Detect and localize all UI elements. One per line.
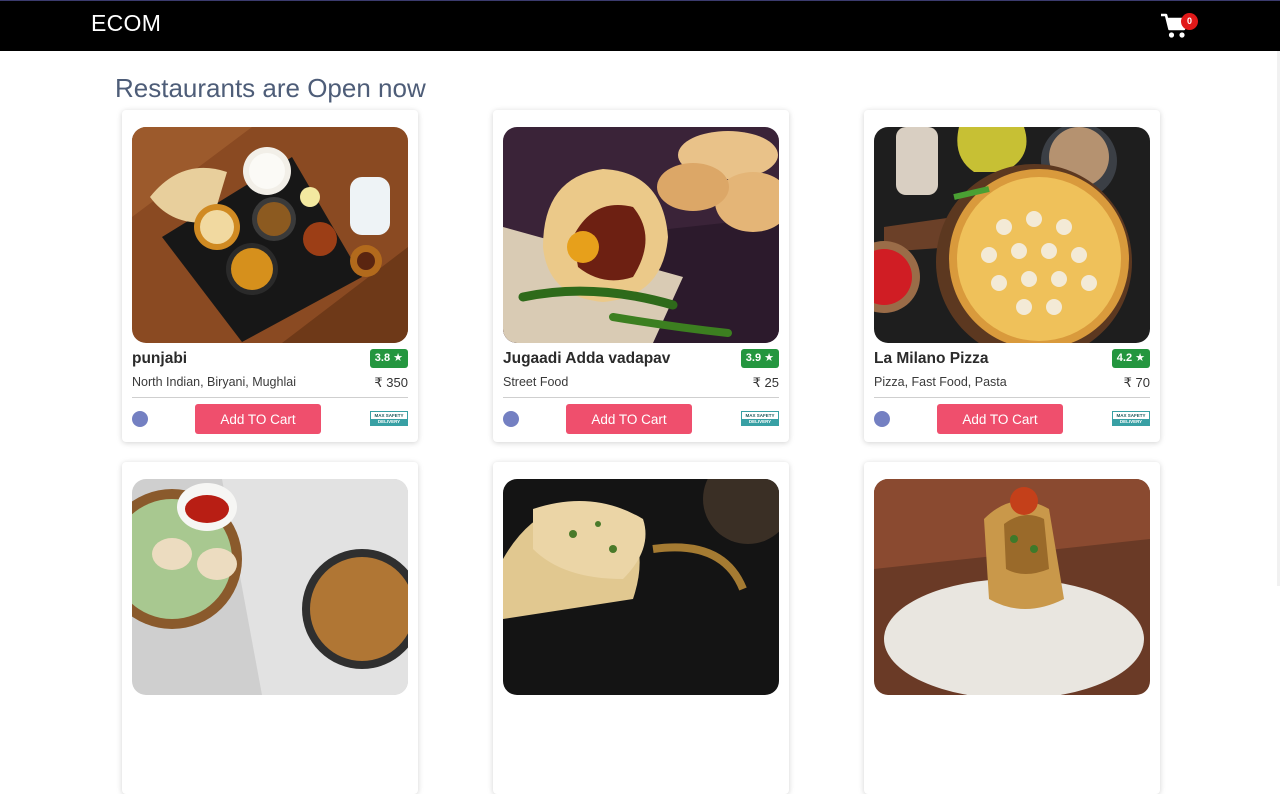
trending-icon bbox=[503, 411, 519, 427]
restaurant-card[interactable]: La Milano Pizza 4.2 ★ Pizza, Fast Food, … bbox=[864, 110, 1160, 442]
food-image[interactable] bbox=[503, 479, 779, 695]
max-safety-delivery-badge: MAX SAFETY DELIVERY bbox=[370, 411, 408, 426]
cuisine-text: Street Food bbox=[503, 375, 569, 389]
divider bbox=[132, 397, 408, 398]
food-image[interactable] bbox=[874, 479, 1150, 695]
food-image[interactable] bbox=[132, 127, 408, 343]
top-navbar: ECOM 0 bbox=[0, 0, 1280, 51]
max-safety-delivery-badge: MAX SAFETY DELIVERY bbox=[1112, 411, 1150, 426]
cart-button[interactable]: 0 bbox=[1160, 11, 1200, 41]
food-image[interactable] bbox=[132, 479, 408, 695]
food-image[interactable] bbox=[874, 127, 1150, 343]
rating-badge: 4.2 ★ bbox=[1111, 349, 1150, 368]
cuisine-text: Pizza, Fast Food, Pasta bbox=[874, 375, 1007, 389]
rating-badge: 3.8 ★ bbox=[369, 349, 408, 368]
safety-badge-line2: DELIVERY bbox=[1113, 419, 1149, 425]
restaurant-card[interactable] bbox=[864, 462, 1160, 794]
brand-logo[interactable]: ECOM bbox=[91, 10, 161, 37]
cart-count-badge: 0 bbox=[1181, 13, 1198, 30]
rating-badge: 3.9 ★ bbox=[740, 349, 779, 368]
restaurant-card[interactable]: punjabi 3.8 ★ North Indian, Biryani, Mug… bbox=[122, 110, 418, 442]
safety-badge-line2: DELIVERY bbox=[371, 419, 407, 425]
food-image[interactable] bbox=[503, 127, 779, 343]
restaurant-card[interactable]: Jugaadi Adda vadapav 3.9 ★ Street Food ₹… bbox=[493, 110, 789, 442]
add-to-cart-button[interactable]: Add TO Cart bbox=[566, 404, 692, 434]
add-to-cart-button[interactable]: Add TO Cart bbox=[937, 404, 1063, 434]
price-text: ₹ 70 bbox=[1123, 375, 1150, 390]
add-to-cart-button[interactable]: Add TO Cart bbox=[195, 404, 321, 434]
max-safety-delivery-badge: MAX SAFETY DELIVERY bbox=[741, 411, 779, 426]
safety-badge-line2: DELIVERY bbox=[742, 419, 778, 425]
restaurant-name[interactable]: Jugaadi Adda vadapav bbox=[503, 350, 670, 368]
divider bbox=[874, 397, 1150, 398]
restaurant-card[interactable] bbox=[493, 462, 789, 794]
restaurant-name[interactable]: La Milano Pizza bbox=[874, 350, 989, 368]
price-text: ₹ 350 bbox=[374, 375, 408, 390]
page-title: Restaurants are Open now bbox=[115, 73, 426, 103]
price-text: ₹ 25 bbox=[752, 375, 779, 390]
divider bbox=[503, 397, 779, 398]
cuisine-text: North Indian, Biryani, Mughlai bbox=[132, 375, 296, 389]
restaurant-name[interactable]: punjabi bbox=[132, 350, 187, 368]
restaurant-card[interactable] bbox=[122, 462, 418, 794]
trending-icon bbox=[874, 411, 890, 427]
trending-icon bbox=[132, 411, 148, 427]
